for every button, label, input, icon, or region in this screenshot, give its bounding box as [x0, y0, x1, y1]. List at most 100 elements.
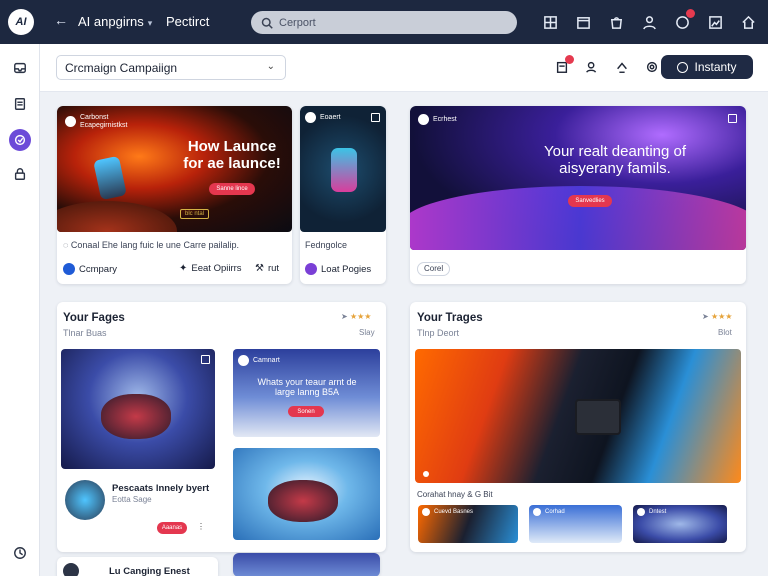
instantly-button[interactable]: Instanty	[661, 55, 753, 79]
settings-icon[interactable]	[643, 58, 661, 76]
gallery-thumb-2[interactable]: Corhad	[529, 505, 622, 543]
card-header: Ecrhest	[418, 114, 457, 125]
toolbar-icons	[553, 55, 661, 76]
campaign-select[interactable]: Crcmaign Campaiign ⌄	[56, 55, 286, 80]
avatar	[305, 112, 316, 123]
gallery-thumb-1[interactable]: Cuevd Basnes	[418, 505, 518, 543]
launch-tag: blc ntal	[180, 209, 210, 219]
page-list-item-title: Lu Canging Enest	[109, 566, 190, 576]
star-rating: ★★★	[710, 312, 733, 321]
section-meta: Blot	[718, 328, 732, 337]
options-link[interactable]: ✦ Eeat Opiirrs	[179, 263, 242, 274]
card-header-title: Camnart	[253, 357, 280, 364]
calendar-icon[interactable]	[573, 12, 593, 32]
bag-icon[interactable]	[606, 12, 626, 32]
page-tile-device[interactable]	[61, 349, 215, 469]
clipboard-icon[interactable]	[553, 55, 574, 76]
share-icon[interactable]	[613, 58, 631, 76]
thumb-header: Corhad	[533, 508, 565, 516]
launch-headline: How Launce for ae launce!	[183, 138, 281, 172]
search-bar[interactable]	[251, 11, 517, 34]
mountain-headline: Whats your teaur arnt de large lanng B5A	[257, 377, 357, 398]
pages-link[interactable]: Loat Pogies	[305, 263, 371, 275]
launch-cta-button[interactable]: Sanne lince	[209, 183, 255, 195]
project-name[interactable]: Pectirct	[166, 14, 209, 29]
page-item-button[interactable]: Aaanas	[157, 522, 187, 534]
gallery-caption: Corahat hnay & G Bit	[417, 490, 493, 499]
app-switcher[interactable]: AI anpgirns ▾	[78, 14, 152, 29]
campaign-card-product[interactable]: Eoaert Fedngolce Loat Pogies	[300, 106, 386, 284]
launch-banner: Carbonst Ecapegirnistkst How Launce for …	[57, 106, 292, 232]
power-icon	[677, 61, 689, 73]
campaign-card-wave[interactable]: Ecrhest Your realt deanting of aisyerany…	[410, 106, 746, 284]
send-icon[interactable]: ➤	[341, 312, 348, 321]
campaign-select-value: Crcmaign Campaiign	[65, 60, 178, 75]
inbox-icon[interactable]	[9, 57, 31, 79]
expand-icon[interactable]	[201, 355, 210, 364]
thumb-label: Cuevd Basnes	[434, 509, 474, 515]
thumb-header: Dntest	[637, 508, 666, 516]
document-icon[interactable]	[9, 93, 31, 115]
page-tile-ice[interactable]	[233, 448, 380, 540]
product-device-image	[93, 155, 127, 201]
grid-icon[interactable]	[540, 12, 560, 32]
topbar-icons	[540, 9, 758, 32]
tool-link[interactable]: ⚒ rut	[255, 263, 279, 274]
notifications-icon[interactable]	[672, 9, 695, 32]
sidebar	[0, 44, 40, 576]
campaign-icon[interactable]	[9, 129, 31, 151]
card-header-subtitle: Ecapegirnistkst	[80, 121, 128, 129]
campaign-card-launch[interactable]: Carbonst Ecapegirnistkst How Launce for …	[57, 106, 292, 284]
user-search-icon[interactable]	[583, 58, 601, 76]
page-tile-peek[interactable]	[233, 553, 380, 576]
launch-caption: ◌ Conaal Ehe lang fuic le une Carre pail…	[63, 240, 239, 250]
section-subtitle: Tlnp Deort	[417, 328, 460, 338]
more-icon[interactable]: ⋮	[197, 522, 205, 531]
app-logo[interactable]: AI	[8, 9, 34, 35]
pages-link-label: Loat Pogies	[321, 263, 372, 275]
drone-camera-banner[interactable]	[415, 349, 741, 483]
tool-link-label: rut	[267, 263, 280, 274]
wave-tag[interactable]: Corel	[417, 262, 451, 276]
product-image	[101, 394, 171, 439]
card-header: Eoaert	[305, 112, 341, 123]
section-title: Your Fages	[63, 312, 125, 324]
back-arrow-icon[interactable]: ←	[54, 12, 68, 28]
instantly-button-label: Instanty	[694, 60, 737, 74]
options-link-label: Eeat Opiirrs	[191, 263, 242, 274]
page-icon	[305, 263, 317, 275]
media-icon[interactable]	[705, 12, 725, 32]
facebook-icon	[63, 263, 75, 275]
section-meta: Slay	[359, 328, 375, 337]
wave-headline: Your realt deanting of aisyerany famils.	[543, 143, 687, 177]
page-list-item[interactable]: Lu Canging Enest	[57, 557, 218, 576]
thumb-label: Corhad	[545, 509, 565, 515]
pages-section-right: Your Trages Tlnp Deort ➤ ★★★ Blot Coraha…	[410, 302, 746, 552]
page-tile-mountain[interactable]: Camnart Whats your teaur arnt de large l…	[233, 349, 380, 437]
avatar	[65, 480, 105, 520]
expand-icon[interactable]	[371, 113, 380, 122]
company-link[interactable]: Ccmpary	[63, 263, 117, 275]
home-icon[interactable]	[738, 12, 758, 32]
card-header: Camnart	[238, 355, 280, 366]
search-input[interactable]	[279, 16, 499, 29]
avatar	[65, 116, 76, 128]
mountain-cta-button[interactable]: Sonen	[288, 406, 324, 417]
pages-section-left: Your Fages Tlnar Buas ➤ ★★★ Slay Pescaat…	[57, 302, 386, 552]
expand-icon[interactable]	[728, 114, 737, 123]
gallery-thumb-3[interactable]: Dntest	[633, 505, 727, 543]
thumb-header: Cuevd Basnes	[422, 508, 473, 516]
wave-cta-button[interactable]: Sanvedlies	[568, 195, 612, 207]
send-icon[interactable]: ➤	[702, 312, 709, 321]
planet-shape	[57, 201, 177, 232]
clock-icon[interactable]	[9, 542, 31, 564]
avatar	[422, 508, 430, 516]
company-link-label: Ccmpary	[79, 263, 118, 275]
user-icon[interactable]	[639, 12, 659, 32]
star-rating: ★★★	[349, 312, 372, 321]
search-icon	[261, 17, 273, 29]
thumb-label: Dntest	[649, 509, 667, 515]
lock-icon[interactable]	[9, 163, 31, 185]
section-subtitle: Tlnar Buas	[63, 328, 107, 338]
twitter-icon: ✦	[179, 263, 188, 274]
